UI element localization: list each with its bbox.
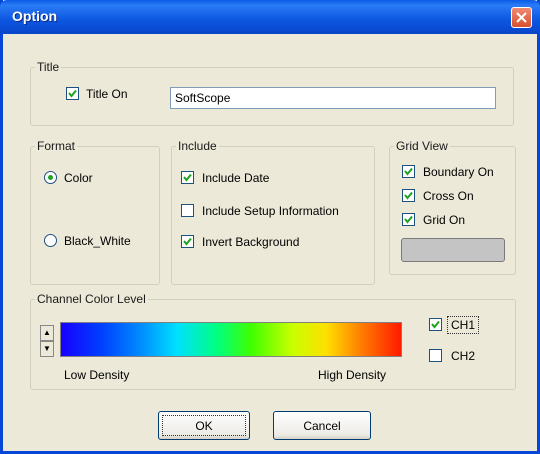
- format-black-white-label: Black_White: [64, 234, 131, 248]
- cancel-button-label: Cancel: [303, 419, 341, 433]
- arrow-down-icon: ▼: [43, 344, 51, 353]
- checkmark-icon: [404, 191, 413, 200]
- format-color-label: Color: [64, 171, 93, 185]
- include-date-checkbox[interactable]: [181, 171, 194, 184]
- cross-on-checkbox[interactable]: [402, 189, 415, 202]
- grid-on-label: Grid On: [423, 213, 466, 227]
- cancel-button[interactable]: Cancel: [273, 411, 371, 440]
- close-button[interactable]: [511, 7, 532, 28]
- include-group-legend: Include: [178, 139, 217, 153]
- window-title: Option: [12, 8, 58, 24]
- cross-on-label: Cross On: [423, 189, 474, 203]
- boundary-on-checkbox[interactable]: [402, 165, 415, 178]
- arrow-up-icon: ▲: [43, 328, 51, 337]
- format-black-white-radio[interactable]: [44, 234, 57, 247]
- checkmark-icon: [68, 89, 77, 98]
- invert-background-checkbox[interactable]: [181, 235, 194, 248]
- checkmark-icon: [404, 167, 413, 176]
- include-date-label: Include Date: [202, 171, 270, 185]
- format-color-radio[interactable]: [44, 171, 57, 184]
- boundary-on-label: Boundary On: [423, 165, 494, 179]
- focus-rect: [162, 415, 246, 436]
- low-density-label: Low Density: [64, 368, 130, 382]
- spin-up-button[interactable]: ▲: [40, 325, 54, 341]
- checkmark-icon: [183, 173, 192, 182]
- title-group-legend: Title: [37, 60, 60, 74]
- ch2-label: CH2: [451, 349, 476, 363]
- grid-view-group-legend: Grid View: [396, 139, 448, 153]
- ok-button[interactable]: OK: [158, 411, 250, 440]
- format-group: Format: [30, 139, 160, 285]
- checkmark-icon: [431, 320, 440, 329]
- high-density-label: High Density: [318, 368, 387, 382]
- color-density-gradient[interactable]: [60, 322, 402, 357]
- title-on-checkbox[interactable]: [66, 87, 79, 100]
- ch2-checkbox[interactable]: [429, 349, 442, 362]
- checkmark-icon: [404, 215, 413, 224]
- checkmark-icon: [183, 237, 192, 246]
- grid-on-checkbox[interactable]: [402, 213, 415, 226]
- radio-selected-dot: [48, 175, 53, 180]
- format-group-legend: Format: [37, 139, 76, 153]
- close-icon: [516, 12, 527, 23]
- title-bar[interactable]: Option: [0, 0, 540, 34]
- ch1-label: CH1: [447, 316, 480, 334]
- grid-color-button[interactable]: [401, 238, 505, 262]
- ch1-checkbox[interactable]: [429, 318, 442, 331]
- invert-background-label: Invert Background: [202, 235, 300, 249]
- color-level-spinner: ▲ ▼: [40, 325, 54, 357]
- title-on-label: Title On: [86, 87, 128, 101]
- spin-down-button[interactable]: ▼: [40, 341, 54, 357]
- include-setup-information-label: Include Setup Information: [202, 204, 339, 218]
- channel-color-level-legend: Channel Color Level: [37, 292, 146, 306]
- title-text-input[interactable]: [170, 87, 496, 109]
- include-setup-information-checkbox[interactable]: [181, 204, 194, 217]
